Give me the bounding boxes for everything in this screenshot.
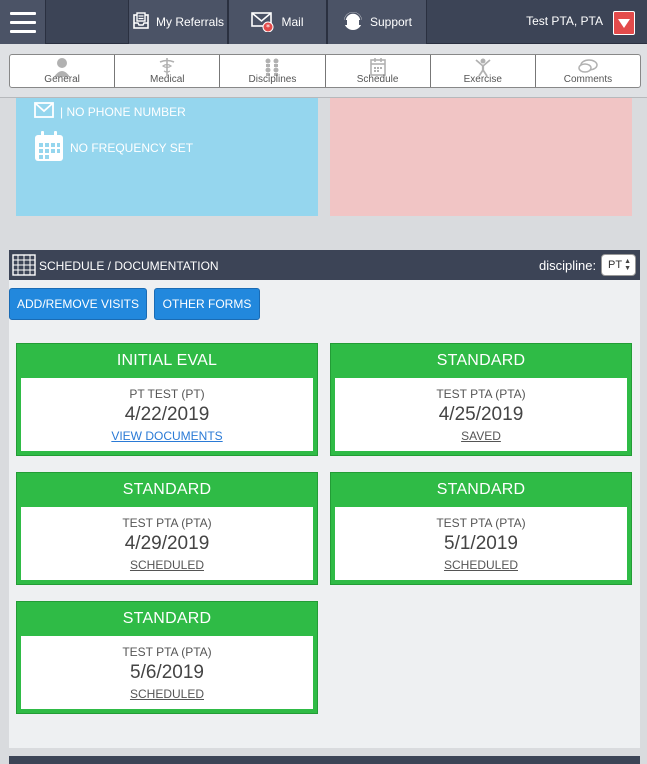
add-remove-visits-button[interactable]: ADD/REMOVE VISITS <box>9 288 147 320</box>
visit-clinician: TEST PTA (PTA) <box>122 645 212 659</box>
schedule-title: SCHEDULE / DOCUMENTATION <box>39 259 219 273</box>
visit-status-link[interactable]: SCHEDULED <box>21 687 313 701</box>
caduceus-icon <box>158 57 176 80</box>
visit-type: STANDARD <box>436 481 526 498</box>
visit-clinician: TEST PTA (PTA) <box>122 516 212 530</box>
calendar-icon <box>34 130 64 165</box>
chat-icon <box>577 57 599 80</box>
visit-clinician: TEST PTA (PTA) <box>436 516 526 530</box>
visit-type: STANDARD <box>436 352 526 369</box>
discipline-label: discipline: <box>539 258 597 273</box>
discipline-select[interactable]: PT ▲ ▼ <box>601 254 636 276</box>
visit-date: 4/29/2019 <box>124 533 210 554</box>
tab-medical[interactable]: Medical <box>115 55 221 87</box>
calendar-icon <box>369 57 387 80</box>
select-arrows-icon: ▲ ▼ <box>624 258 631 272</box>
visit-card-body: TEST PTA (PTA) 4/29/2019 SCHEDULED <box>21 507 313 580</box>
person-icon <box>53 57 71 80</box>
other-forms-button[interactable]: OTHER FORMS <box>154 288 260 320</box>
view-documents-link[interactable]: VIEW DOCUMENTS <box>21 429 313 443</box>
visit-card[interactable]: STANDARD TEST PTA (PTA) 4/29/2019 SCHEDU… <box>16 472 318 585</box>
visit-date: 4/22/2019 <box>124 404 210 425</box>
svg-text:*: * <box>266 23 270 32</box>
visit-card-body: TEST PTA (PTA) 5/6/2019 SCHEDULED <box>21 636 313 709</box>
visit-status-link[interactable]: SCHEDULED <box>335 558 627 572</box>
visit-date: 4/25/2019 <box>438 404 524 425</box>
frequency-row: NO FREQUENCY SET <box>34 130 193 165</box>
tab-schedule[interactable]: Schedule <box>326 55 431 87</box>
bottom-section-bar <box>9 756 640 764</box>
discipline-value: PT <box>608 259 623 271</box>
top-navbar: My Referrals * Mail Support Test PTA, PT… <box>0 0 647 44</box>
user-name[interactable]: Test PTA, PTA <box>526 14 603 28</box>
visit-date: 5/6/2019 <box>130 662 204 683</box>
inbox-tray-icon <box>132 11 150 33</box>
tab-comments[interactable]: Comments <box>536 55 640 87</box>
hamburger-menu-icon[interactable] <box>0 0 46 44</box>
visit-card[interactable]: STANDARD TEST PTA (PTA) 5/1/2019 SCHEDUL… <box>330 472 632 585</box>
visit-card-body: TEST PTA (PTA) 5/1/2019 SCHEDULED <box>335 507 627 580</box>
envelope-icon <box>34 102 54 121</box>
mail-button[interactable]: * Mail <box>228 0 327 44</box>
visit-card-body: TEST PTA (PTA) 4/25/2019 SAVED <box>335 378 627 451</box>
user-menu-caret-icon[interactable] <box>613 11 635 35</box>
section-tabs: General Medical Disciplines Schedule Exe… <box>9 54 641 88</box>
phone-row: | NO PHONE NUMBER <box>34 102 186 121</box>
my-referrals-label: My Referrals <box>155 15 224 29</box>
support-label: Support <box>369 15 413 29</box>
visit-card-body: PT TEST (PT) 4/22/2019 VIEW DOCUMENTS <box>21 378 313 451</box>
phone-text: | NO PHONE NUMBER <box>60 104 186 119</box>
tabs-bar: General Medical Disciplines Schedule Exe… <box>0 44 647 98</box>
visit-type: INITIAL EVAL <box>116 352 218 369</box>
main-content: | NO PHONE NUMBER NO FREQUENCY SET SCHED… <box>0 98 647 764</box>
schedule-header: SCHEDULE / DOCUMENTATION discipline: PT … <box>9 250 640 280</box>
grid-calendar-icon <box>12 254 36 279</box>
visit-clinician: TEST PTA (PTA) <box>436 387 526 401</box>
visit-date: 5/1/2019 <box>444 533 518 554</box>
visit-type: STANDARD <box>122 481 212 498</box>
visit-card[interactable]: INITIAL EVAL PT TEST (PT) 4/22/2019 VIEW… <box>16 343 318 456</box>
mail-icon: * <box>251 10 275 35</box>
support-button[interactable]: Support <box>327 0 427 44</box>
support-headset-icon <box>342 10 364 35</box>
schedule-section: SCHEDULE / DOCUMENTATION discipline: PT … <box>9 250 640 748</box>
people-icon <box>261 57 283 80</box>
visit-type: STANDARD <box>122 610 212 627</box>
patient-info-panel: | NO PHONE NUMBER NO FREQUENCY SET <box>16 98 318 216</box>
visit-clinician: PT TEST (PT) <box>129 387 205 401</box>
frequency-text: NO FREQUENCY SET <box>70 140 194 155</box>
visit-status-link[interactable]: SAVED <box>335 429 627 443</box>
tab-disciplines[interactable]: Disciplines <box>220 55 326 87</box>
mail-label: Mail <box>281 15 304 29</box>
my-referrals-button[interactable]: My Referrals <box>128 0 228 44</box>
exercise-icon <box>473 57 493 80</box>
alerts-panel <box>330 98 632 216</box>
visit-card[interactable]: STANDARD TEST PTA (PTA) 4/25/2019 SAVED <box>330 343 632 456</box>
visit-status-link[interactable]: SCHEDULED <box>21 558 313 572</box>
tab-general[interactable]: General <box>10 55 116 87</box>
visit-card[interactable]: STANDARD TEST PTA (PTA) 5/6/2019 SCHEDUL… <box>16 601 318 714</box>
tab-exercise[interactable]: Exercise <box>431 55 536 87</box>
